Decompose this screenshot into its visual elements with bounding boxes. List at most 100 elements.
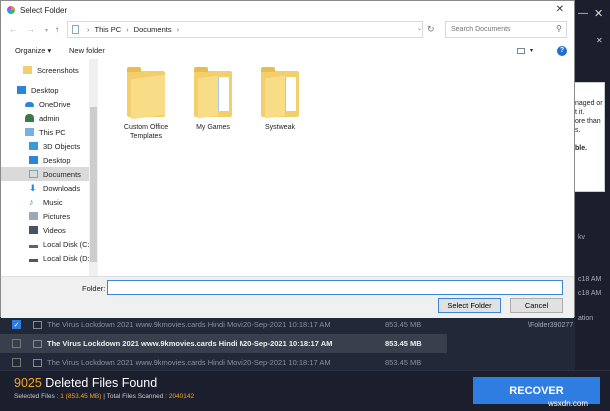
drive-icon [29, 240, 38, 248]
nav-videos[interactable]: Videos [29, 223, 66, 237]
search-icon: ⚲ [556, 24, 562, 33]
navigation-pane: Screenshots Desktop OneDrive admin This … [1, 59, 98, 276]
nav-screenshots[interactable]: Screenshots [23, 63, 79, 77]
refresh-button[interactable]: ↻ [427, 24, 435, 35]
dialog-footer: Folder: Select Folder Cancel [1, 276, 574, 318]
dialog-titlebar: Select Folder ✕ [1, 1, 574, 19]
video-file-icon [33, 358, 42, 367]
video-file-icon [33, 320, 42, 329]
folder-icon [261, 67, 299, 119]
nav-downloads[interactable]: ⬇ Downloads [29, 181, 80, 195]
side-text: c18 AM [578, 290, 602, 297]
row-checkbox[interactable] [12, 339, 21, 348]
side-text: ation [578, 315, 594, 322]
folder-icon [127, 67, 165, 120]
nav-label: Pictures [43, 211, 71, 221]
recent-dropdown[interactable]: ▾ [45, 27, 48, 34]
music-icon: ♪ [29, 197, 34, 207]
folder-input[interactable] [107, 280, 563, 295]
panel-close-icon[interactable]: ✕ [596, 36, 603, 45]
back-button[interactable]: ← [9, 25, 17, 34]
cloud-icon [25, 101, 34, 107]
info-box: naged or t it. ore than s. ble. [572, 82, 605, 192]
nav-music[interactable]: ♪ Music [29, 195, 63, 209]
info-text: s. [575, 127, 581, 134]
documents-icon [29, 170, 38, 178]
drive-icon [29, 254, 38, 262]
found-summary: 9025 Deleted Files Found [14, 376, 157, 390]
folder-name: Systweak [265, 124, 295, 131]
breadcrumb-documents[interactable]: Documents [134, 25, 172, 34]
video-file-icon [33, 339, 42, 348]
cube-icon [29, 142, 38, 150]
app-close-button[interactable]: ✕ [594, 7, 603, 20]
breadcrumb-this-pc[interactable]: This PC [95, 25, 122, 34]
up-button[interactable]: ↑ [55, 25, 59, 34]
folder-name: My Games [196, 124, 230, 131]
organize-button[interactable]: Organize ▾ [15, 46, 51, 55]
file-date: 20-Sep-2021 10:18:17 AM [243, 320, 331, 329]
select-folder-button[interactable]: Select Folder [438, 298, 501, 313]
view-dropdown[interactable]: ▾ [530, 47, 533, 54]
view-icon[interactable] [517, 48, 525, 54]
folder-item[interactable]: Systweak [245, 67, 315, 132]
nav-label: Local Disk (D:) [43, 253, 93, 263]
nav-pictures[interactable]: Pictures [29, 209, 70, 223]
file-date: 20-Sep-2021 10:18:17 AM [243, 358, 331, 367]
folder-icon [194, 67, 232, 119]
status-bar: 9025 Deleted Files Found Selected Files … [0, 370, 610, 411]
user-icon [25, 114, 34, 122]
nav-this-pc[interactable]: This PC [25, 125, 66, 139]
address-bar: ← → ▾ ↑ ›This PC ›Documents › ⌄ ↻ ⚲ [1, 19, 574, 41]
chevron-down-icon[interactable]: ⌄ [417, 25, 427, 32]
nav-onedrive[interactable]: OneDrive [25, 97, 71, 111]
nav-desktop-pc[interactable]: Desktop [29, 153, 71, 167]
scrollbar-thumb[interactable] [90, 107, 97, 262]
pc-icon [25, 128, 34, 136]
file-date: 20-Sep-2021 10:18:17 AM [243, 339, 333, 348]
forward-button[interactable]: → [27, 25, 35, 34]
file-size: 853.45 MB [385, 320, 422, 329]
documents-icon [72, 25, 79, 34]
folder-icon [23, 66, 32, 74]
watermark: wsxdn.com [548, 399, 589, 408]
minimize-button[interactable]: — [578, 8, 588, 19]
help-icon[interactable]: ? [557, 46, 567, 56]
cancel-button[interactable]: Cancel [510, 298, 563, 313]
folder-name: Custom Office Templates [123, 124, 169, 140]
desktop-icon [17, 86, 26, 94]
nav-label: Music [43, 197, 63, 207]
pictures-icon [29, 212, 38, 220]
nav-label: Videos [43, 225, 66, 235]
dialog-title: Select Folder [20, 5, 68, 15]
file-name: The Virus Lockdown 2021 www.9kmovies.car… [47, 339, 243, 348]
select-folder-dialog: Select Folder ✕ ← → ▾ ↑ › This PC › Docume… [0, 0, 575, 318]
dialog-close-button[interactable]: ✕ [556, 4, 564, 15]
nav-label: admin [39, 113, 60, 123]
nav-desktop[interactable]: Desktop [17, 83, 59, 97]
nav-admin[interactable]: admin [25, 111, 59, 125]
nav-local-disk-d[interactable]: Local Disk (D:) [29, 251, 92, 265]
scanned-value: 2040142 [168, 393, 195, 400]
folder-item[interactable]: My Games [178, 67, 248, 132]
nav-3d-objects[interactable]: 3D Objects [29, 139, 80, 153]
file-name: The Virus Lockdown 2021 www.9kmovies.car… [47, 320, 243, 329]
row-checkbox[interactable]: ✓ [12, 320, 21, 329]
nav-label: Documents [43, 169, 81, 179]
app-logo-icon [7, 6, 15, 14]
row-checkbox[interactable] [12, 358, 21, 367]
info-text: naged or [575, 100, 603, 107]
nav-local-disk-c[interactable]: Local Disk (C:) [29, 237, 92, 251]
search-input[interactable] [445, 21, 567, 38]
folder-view: Custom Office Templates My Games Systwea… [99, 59, 575, 276]
breadcrumb[interactable]: › This PC › Documents › ⌄ [67, 21, 423, 38]
scanned-label: | Total Files Scanned : [103, 393, 167, 400]
side-text: \Folder390277 [528, 322, 574, 329]
nav-label: This PC [39, 127, 66, 137]
new-folder-button[interactable]: New folder [69, 46, 105, 55]
videos-icon [29, 226, 38, 234]
info-text: ore than [575, 118, 601, 125]
folder-item[interactable]: Custom Office Templates [111, 67, 181, 141]
table-row[interactable]: The Virus Lockdown 2021 www.9kmovies.car… [0, 334, 447, 353]
nav-documents[interactable]: Documents [1, 167, 89, 181]
